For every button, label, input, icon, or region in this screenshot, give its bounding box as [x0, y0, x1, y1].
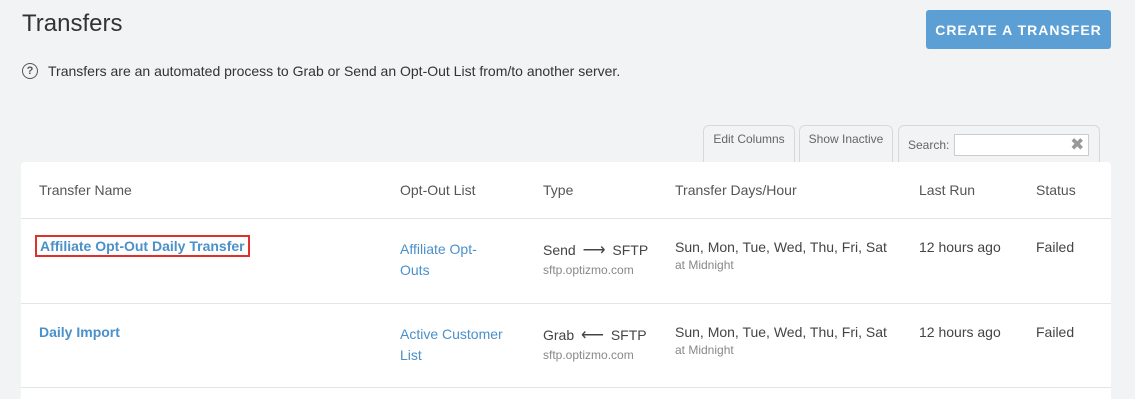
type-cell: Send ⟶ SFTP sftp.optizmo.com	[543, 240, 648, 277]
type-action: Send	[543, 242, 576, 258]
divider	[21, 387, 1111, 388]
optout-list-link[interactable]: Affiliate Opt- Outs	[400, 239, 477, 281]
header-transfer-days[interactable]: Transfer Days/Hour	[675, 182, 797, 198]
header-transfer-name[interactable]: Transfer Name	[39, 182, 132, 198]
header-status[interactable]: Status	[1036, 182, 1076, 198]
last-run: 12 hours ago	[919, 324, 1001, 340]
divider	[21, 303, 1111, 304]
search-label: Search:	[908, 138, 950, 152]
search-input[interactable]: ✖	[954, 134, 1090, 156]
create-transfer-button[interactable]: CREATE A TRANSFER	[926, 10, 1111, 49]
optout-line: Active Customer	[400, 326, 503, 342]
last-run: 12 hours ago	[919, 239, 1001, 255]
type-protocol: SFTP	[612, 242, 649, 258]
transfer-days: Sun, Mon, Tue, Wed, Thu, Fri, Sat	[675, 239, 887, 255]
transfer-name-link[interactable]: Daily Import	[39, 324, 120, 340]
show-inactive-button[interactable]: Show Inactive	[799, 125, 893, 165]
type-protocol: SFTP	[610, 327, 647, 343]
arrow-left-icon: ⟵	[581, 327, 604, 344]
days-cell: Sun, Mon, Tue, Wed, Thu, Fri, Sat at Mid…	[675, 239, 887, 272]
transfer-days: Sun, Mon, Tue, Wed, Thu, Fri, Sat	[675, 324, 887, 340]
arrow-right-icon: ⟶	[582, 242, 606, 259]
search-container: Search: ✖	[898, 125, 1100, 165]
info-text: Transfers are an automated process to Gr…	[48, 63, 621, 79]
clear-search-icon[interactable]: ✖	[1070, 136, 1084, 154]
type-host: sftp.optizmo.com	[543, 348, 634, 362]
type-host: sftp.optizmo.com	[543, 263, 634, 277]
transfer-name-link[interactable]: Affiliate Opt-Out Daily Transfer	[35, 235, 250, 257]
divider	[21, 218, 1111, 219]
optout-line: List	[400, 347, 422, 363]
optout-list-link[interactable]: Active Customer List	[400, 324, 503, 366]
status-badge: Failed	[1036, 239, 1075, 255]
help-icon: ?	[22, 63, 38, 79]
optout-line: Affiliate Opt-	[400, 241, 477, 257]
header-last-run[interactable]: Last Run	[919, 182, 975, 198]
days-cell: Sun, Mon, Tue, Wed, Thu, Fri, Sat at Mid…	[675, 324, 887, 357]
transfer-hour: at Midnight	[675, 258, 734, 272]
info-banner: ? Transfers are an automated process to …	[22, 63, 620, 79]
transfers-table: Transfer Name Opt-Out List Type Transfer…	[21, 162, 1111, 399]
type-action: Grab	[543, 327, 575, 343]
optout-line: Outs	[400, 262, 430, 278]
type-cell: Grab ⟵ SFTP sftp.optizmo.com	[543, 325, 647, 362]
edit-columns-button[interactable]: Edit Columns	[703, 125, 795, 165]
header-optout-list[interactable]: Opt-Out List	[400, 182, 475, 198]
page-title: Transfers	[22, 10, 123, 37]
transfer-hour: at Midnight	[675, 343, 734, 357]
header-type[interactable]: Type	[543, 182, 573, 198]
status-badge: Failed	[1036, 324, 1075, 340]
